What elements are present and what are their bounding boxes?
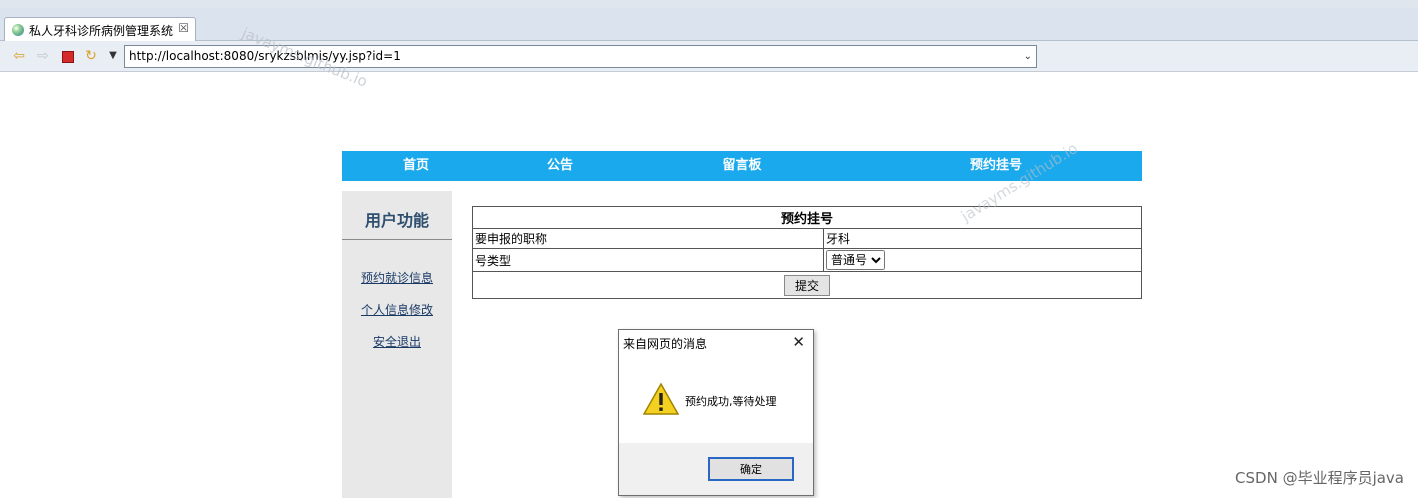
type-select[interactable]: 普通号 bbox=[826, 250, 885, 270]
dialog-close-icon[interactable]: ✕ bbox=[792, 333, 805, 351]
window-top-strip bbox=[0, 0, 1418, 8]
sidebar-link-appointments[interactable]: 预约就诊信息 bbox=[342, 269, 452, 286]
form-caption: 预约挂号 bbox=[472, 206, 1142, 229]
title-label: 要申报的职称 bbox=[472, 228, 824, 249]
sidebar-divider bbox=[342, 239, 452, 240]
ok-button[interactable]: 确定 bbox=[708, 457, 794, 481]
chevron-down-icon[interactable]: ⌄ bbox=[1024, 46, 1032, 67]
globe-icon bbox=[12, 24, 24, 36]
stop-icon[interactable] bbox=[58, 47, 76, 65]
watermark-corner: CSDN @毕业程序员java bbox=[1235, 469, 1404, 487]
tab-title: 私人牙科诊所病例管理系统 bbox=[29, 24, 174, 38]
sidebar-link-profile[interactable]: 个人信息修改 bbox=[342, 301, 452, 318]
type-cell: 普通号 bbox=[823, 248, 1142, 272]
sidebar-title: 用户功能 bbox=[364, 211, 429, 230]
appointment-form-table: 预约挂号 要申报的职称 牙科 号类型 普通号 提交 bbox=[472, 206, 1142, 299]
browser-tab[interactable]: 私人牙科诊所病例管理系统 ☒ bbox=[4, 17, 196, 41]
nav-message-board[interactable]: 留言板 bbox=[692, 151, 792, 181]
dialog-message: 预约成功,等待处理 bbox=[685, 395, 777, 408]
sidebar-link-logout[interactable]: 安全退出 bbox=[342, 333, 452, 350]
submit-button[interactable]: 提交 bbox=[783, 274, 830, 296]
warning-icon bbox=[643, 382, 679, 415]
submit-cell: 提交 bbox=[472, 271, 1142, 299]
title-value: 牙科 bbox=[823, 228, 1142, 249]
nav-home[interactable]: 首页 bbox=[366, 151, 466, 181]
sidebar: 用户功能 预约就诊信息 个人信息修改 安全退出 bbox=[342, 191, 452, 498]
dialog-footer: 确定 bbox=[619, 443, 813, 495]
tab-close-icon[interactable]: ☒ bbox=[178, 21, 189, 35]
refresh-icon[interactable]: ↻ bbox=[82, 47, 100, 65]
type-label: 号类型 bbox=[472, 248, 824, 272]
alert-dialog: 来自网页的消息 ✕ 预约成功,等待处理 确定 bbox=[618, 329, 814, 496]
dialog-title: 来自网页的消息 bbox=[623, 337, 708, 351]
back-arrow-icon[interactable]: ⇦ bbox=[10, 47, 28, 65]
menu-dropdown-icon[interactable]: ▼ bbox=[104, 47, 122, 65]
forward-arrow-icon[interactable]: ⇨ bbox=[34, 47, 52, 65]
nav-notice[interactable]: 公告 bbox=[510, 151, 610, 181]
tab-bar: 私人牙科诊所病例管理系统 ☒ bbox=[0, 8, 1418, 41]
